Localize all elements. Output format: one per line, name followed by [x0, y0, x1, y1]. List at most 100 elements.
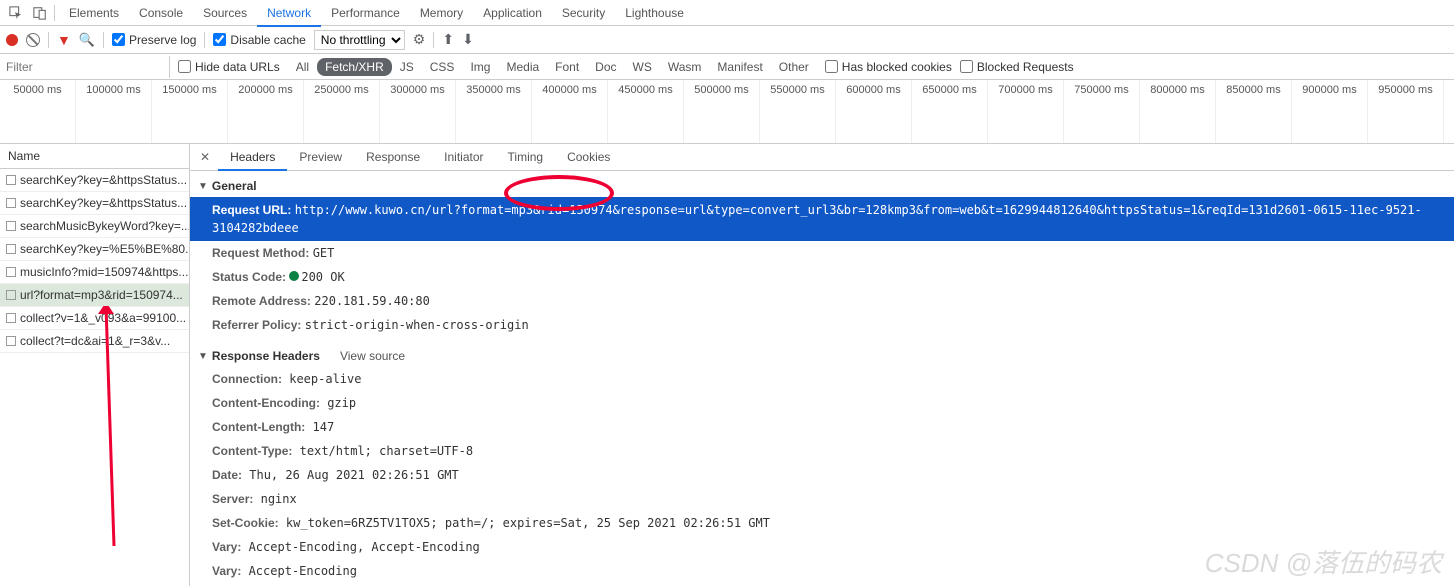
request-list-header[interactable]: Name: [0, 144, 189, 169]
filter-input[interactable]: [0, 56, 170, 78]
timeline-tick: 800000 ms: [1140, 80, 1216, 143]
request-name: url?format=mp3&rid=150974...: [20, 288, 183, 302]
filter-chip-wasm[interactable]: Wasm: [660, 58, 710, 76]
detail-tab-cookies[interactable]: Cookies: [555, 145, 622, 169]
timeline-tick: 450000 ms: [608, 80, 684, 143]
request-method-row: Request Method: GET: [190, 241, 1454, 265]
filter-chip-doc[interactable]: Doc: [587, 58, 624, 76]
request-name: searchKey?key=%E5%BE%80...: [20, 242, 189, 256]
response-headers-header[interactable]: ▼Response HeadersView source: [190, 345, 1454, 367]
request-name: musicInfo?mid=150974&https...: [20, 265, 188, 279]
file-icon: [6, 313, 16, 323]
request-row[interactable]: searchKey?key=%E5%BE%80...: [0, 238, 189, 261]
response-header-row: Content-Type: text/html; charset=UTF-8: [190, 439, 1454, 463]
detail-tab-headers[interactable]: Headers: [218, 145, 287, 171]
status-code-row: Status Code: 200 OK: [190, 265, 1454, 289]
timeline-tick: 400000 ms: [532, 80, 608, 143]
download-har-icon[interactable]: ⬇: [462, 31, 474, 48]
wifi-icon[interactable]: ⚙: [413, 31, 426, 48]
file-icon: [6, 244, 16, 254]
timeline-tick: 500000 ms: [684, 80, 760, 143]
file-icon: [6, 221, 16, 231]
request-row[interactable]: searchKey?key=&httpsStatus...: [0, 169, 189, 192]
response-header-row: Vary: Accept-Encoding: [190, 559, 1454, 583]
status-dot-icon: [289, 271, 299, 281]
filter-chip-fetch-xhr[interactable]: Fetch/XHR: [317, 58, 392, 76]
preserve-log-checkbox[interactable]: Preserve log: [112, 33, 196, 47]
filter-chip-js[interactable]: JS: [392, 58, 422, 76]
separator: [48, 32, 49, 48]
detail-tab-response[interactable]: Response: [354, 145, 432, 169]
request-url-row[interactable]: Request URL: http://www.kuwo.cn/url?form…: [190, 197, 1454, 241]
devtools-tabs: ElementsConsoleSourcesNetworkPerformance…: [0, 0, 1454, 26]
tab-elements[interactable]: Elements: [59, 1, 129, 25]
response-header-row: Content-Length: 147: [190, 415, 1454, 439]
tab-sources[interactable]: Sources: [193, 1, 257, 25]
disable-cache-checkbox[interactable]: Disable cache: [213, 33, 305, 47]
timeline-tick: 600000 ms: [836, 80, 912, 143]
timeline-tick: 100: [1444, 80, 1454, 143]
tab-console[interactable]: Console: [129, 1, 193, 25]
tab-security[interactable]: Security: [552, 1, 615, 25]
filter-chip-ws[interactable]: WS: [625, 58, 660, 76]
filter-chip-all[interactable]: All: [288, 58, 317, 76]
filter-chip-font[interactable]: Font: [547, 58, 587, 76]
request-name: collect?v=1&_v093&a=99100...: [20, 311, 186, 325]
timeline-tick: 700000 ms: [988, 80, 1064, 143]
filter-chip-img[interactable]: Img: [462, 58, 498, 76]
filter-chip-media[interactable]: Media: [498, 58, 547, 76]
filter-bar: Hide data URLs AllFetch/XHRJSCSSImgMedia…: [0, 54, 1454, 80]
filter-chip-manifest[interactable]: Manifest: [709, 58, 770, 76]
file-icon: [6, 290, 16, 300]
request-row[interactable]: searchMusicBykeyWord?key=...: [0, 215, 189, 238]
timeline-tick: 350000 ms: [456, 80, 532, 143]
detail-tab-initiator[interactable]: Initiator: [432, 145, 495, 169]
tab-application[interactable]: Application: [473, 1, 552, 25]
tab-lighthouse[interactable]: Lighthouse: [615, 1, 694, 25]
request-list: Name searchKey?key=&httpsStatus...search…: [0, 144, 190, 586]
timeline-tick: 100000 ms: [76, 80, 152, 143]
timeline-tick: 250000 ms: [304, 80, 380, 143]
filter-toggle-icon[interactable]: ▼: [57, 32, 71, 48]
request-row[interactable]: collect?t=dc&ai=1&_r=3&v...: [0, 330, 189, 353]
detail-tab-timing[interactable]: Timing: [496, 145, 556, 169]
upload-har-icon[interactable]: ⬆: [442, 31, 454, 48]
throttling-select[interactable]: No throttling: [314, 30, 405, 50]
timeline-tick: 50000 ms: [0, 80, 76, 143]
filter-chip-other[interactable]: Other: [771, 58, 817, 76]
request-row[interactable]: searchKey?key=&httpsStatus...: [0, 192, 189, 215]
file-icon: [6, 267, 16, 277]
clear-icon[interactable]: [26, 33, 40, 47]
has-blocked-cookies-checkbox[interactable]: Has blocked cookies: [825, 60, 952, 74]
timeline-tick: 650000 ms: [912, 80, 988, 143]
tab-network[interactable]: Network: [257, 1, 321, 27]
hide-data-urls-checkbox[interactable]: Hide data URLs: [178, 60, 280, 74]
remote-address-row: Remote Address: 220.181.59.40:80: [190, 289, 1454, 313]
tab-memory[interactable]: Memory: [410, 1, 473, 25]
timeline-overview[interactable]: 50000 ms100000 ms150000 ms200000 ms25000…: [0, 80, 1454, 144]
tab-performance[interactable]: Performance: [321, 1, 410, 25]
search-icon[interactable]: 🔍: [79, 32, 95, 48]
record-icon[interactable]: [6, 34, 18, 46]
request-row[interactable]: url?format=mp3&rid=150974...: [0, 284, 189, 307]
request-name: searchMusicBykeyWord?key=...: [20, 219, 189, 233]
request-row[interactable]: collect?v=1&_v093&a=99100...: [0, 307, 189, 330]
request-row[interactable]: musicInfo?mid=150974&https...: [0, 261, 189, 284]
close-details-icon[interactable]: ✕: [194, 147, 216, 167]
request-name: collect?t=dc&ai=1&_r=3&v...: [20, 334, 170, 348]
detail-tabs: ✕ HeadersPreviewResponseInitiatorTimingC…: [190, 144, 1454, 171]
timeline-tick: 900000 ms: [1292, 80, 1368, 143]
timeline-tick: 150000 ms: [152, 80, 228, 143]
inspect-icon[interactable]: [6, 3, 26, 23]
device-toggle-icon[interactable]: [30, 3, 50, 23]
filter-chip-css[interactable]: CSS: [422, 58, 463, 76]
response-header-row: Vary: Accept-Encoding, Accept-Encoding: [190, 535, 1454, 559]
timeline-tick: 850000 ms: [1216, 80, 1292, 143]
referrer-policy-row: Referrer Policy: strict-origin-when-cros…: [190, 313, 1454, 337]
separator: [103, 32, 104, 48]
general-header[interactable]: ▼General: [190, 175, 1454, 197]
detail-tab-preview[interactable]: Preview: [287, 145, 354, 169]
blocked-requests-checkbox[interactable]: Blocked Requests: [960, 60, 1074, 74]
view-source-link[interactable]: View source: [340, 349, 405, 363]
request-details: ✕ HeadersPreviewResponseInitiatorTimingC…: [190, 144, 1454, 586]
